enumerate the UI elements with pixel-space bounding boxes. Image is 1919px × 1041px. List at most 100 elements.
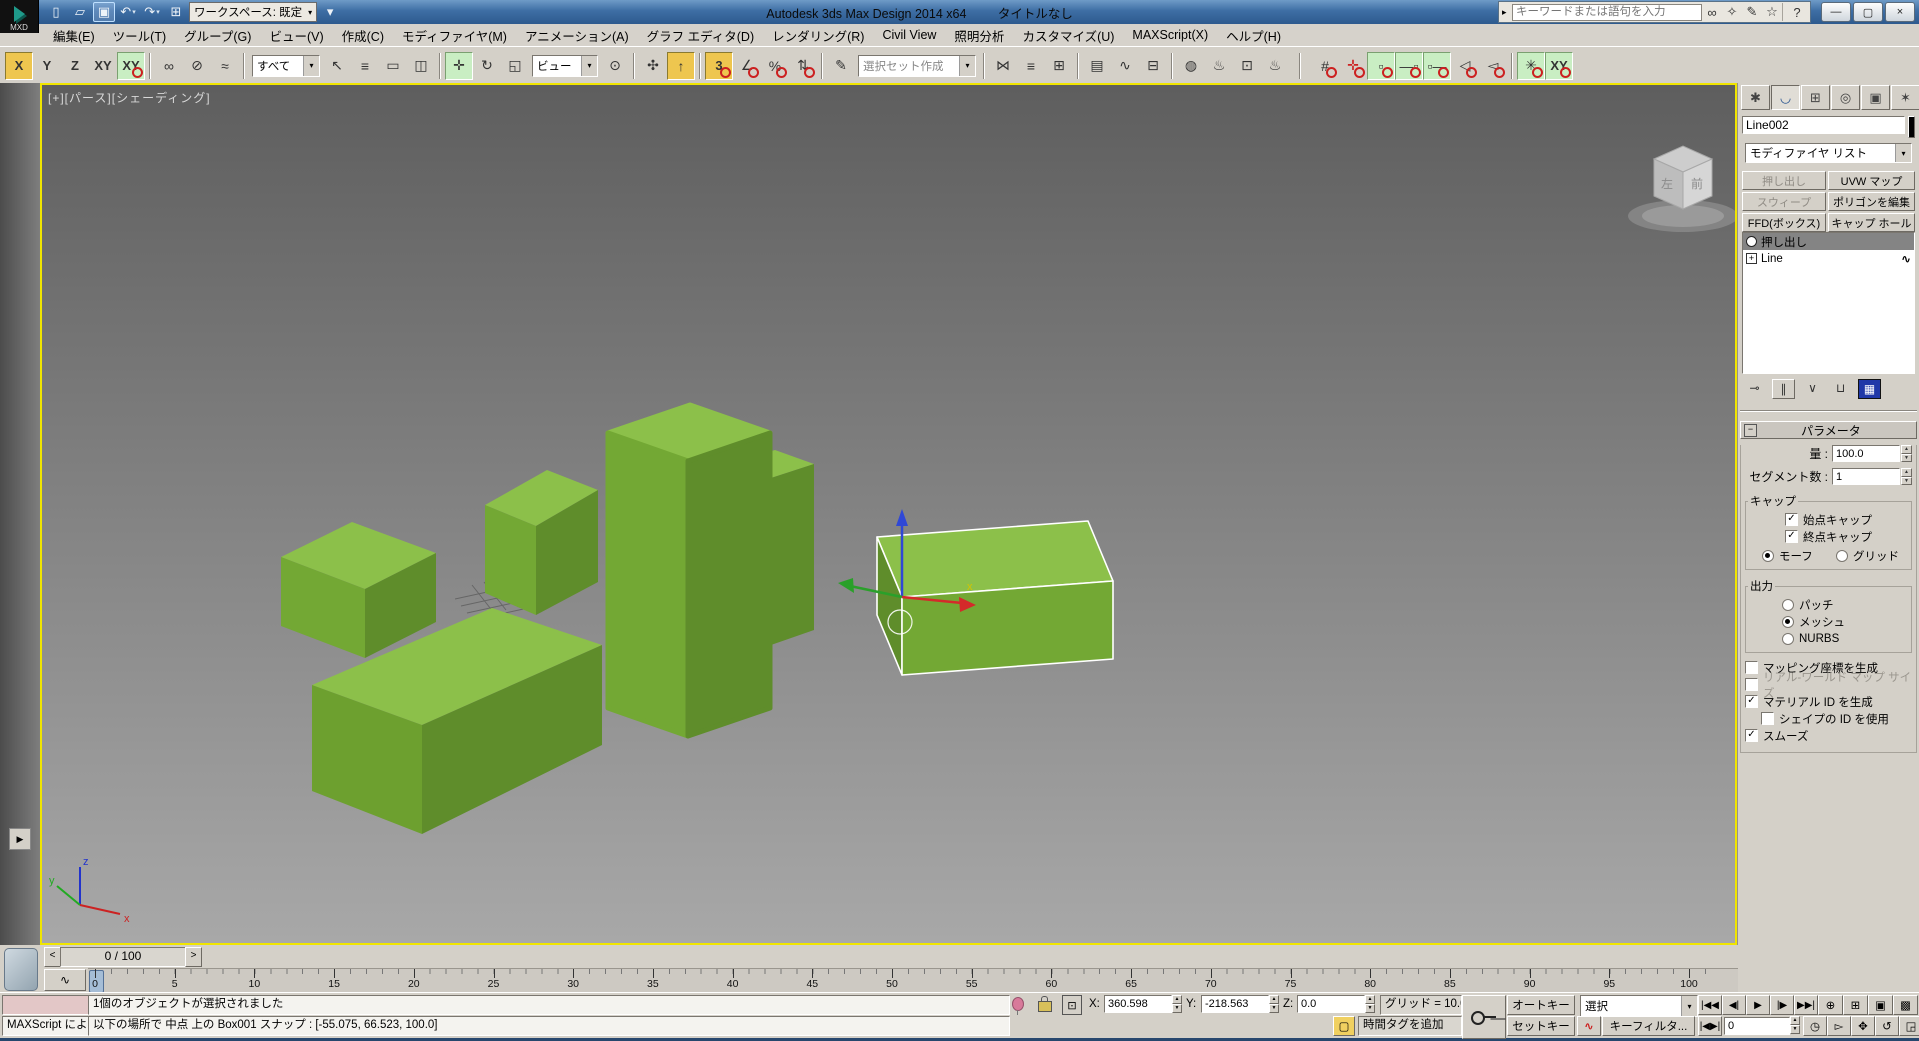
schematic-view-button[interactable]: ⊟ [1139,52,1167,80]
snap-normal-button[interactable]: ◁ [1451,52,1479,80]
ffd-box-modifier-button[interactable]: FFD(ボックス) [1742,213,1826,232]
snap-midpoint-button[interactable]: —▫ [1395,52,1423,80]
show-end-result-button[interactable]: ∥ [1772,379,1795,399]
edit-poly-modifier-button[interactable]: ポリゴンを編集 [1828,192,1915,211]
object-name-field[interactable] [1742,116,1905,134]
bind-to-space-warp-button[interactable]: ≈ [211,52,239,80]
menu-tools[interactable]: ツール(T) [104,24,175,47]
selection-lock-icon[interactable] [1038,1001,1052,1012]
segments-field[interactable] [1832,468,1900,485]
tab-hierarchy[interactable]: ⊞ [1801,85,1830,110]
go-to-end-button[interactable]: ▶▶| [1794,995,1818,1015]
previous-frame-button[interactable]: ◀| [1722,995,1746,1015]
maxscript-mini-listener[interactable]: MAXScript によう [2,1016,94,1036]
undo-button[interactable]: ↶▾ [117,2,139,22]
snap-xy-constraint-button[interactable]: XY [1545,52,1573,80]
object-color-swatch[interactable] [1908,116,1915,138]
axis-xy-button[interactable]: XY [89,52,117,80]
help-icon[interactable]: ? [1782,3,1807,21]
key-curve-button[interactable]: ∿ [1577,1016,1601,1036]
auto-key-button[interactable]: オートキー [1507,995,1575,1015]
scene-box-d[interactable] [608,405,770,736]
snap-grid-button[interactable]: # [1311,52,1339,80]
mirror-button[interactable]: ⋈ [989,52,1017,80]
keyboard-override-button[interactable]: ↑ [667,52,695,80]
axis-y-button[interactable]: Y [33,52,61,80]
stack-item-extrude[interactable]: 押し出し [1743,233,1914,250]
radio-button[interactable] [1782,616,1794,628]
next-frame-step-button[interactable]: > [185,947,202,967]
segments-spinner[interactable]: ▲▼ [1901,468,1912,485]
rectangular-selection-button[interactable]: ▭ [379,52,407,80]
menu-group[interactable]: グループ(G) [175,24,260,47]
menu-lighting-analysis[interactable]: 照明分析 [945,24,1013,47]
menu-animation[interactable]: アニメーション(A) [516,24,638,47]
checkbox[interactable]: ✓ [1785,530,1798,543]
sign-in-icon[interactable]: ✧ [1722,3,1742,21]
play-button[interactable]: ▶ [1746,995,1770,1015]
menu-maxscript[interactable]: MAXScript(X) [1123,26,1217,44]
menu-help[interactable]: ヘルプ(H) [1217,24,1290,47]
zoom-extents-button[interactable]: ▣ [1868,995,1893,1015]
radio-button[interactable] [1782,599,1794,611]
modifier-enabled-bulb-icon[interactable] [1746,236,1757,247]
maxscript-mini-listener-pink[interactable] [2,995,94,1015]
perspective-viewport[interactable]: x 左 前 z y x [40,83,1737,945]
restore-button[interactable]: ▢ [1853,2,1883,22]
remove-modifier-button[interactable]: ⊔ [1830,379,1851,397]
curve-editor-button[interactable]: ∿ [1111,52,1139,80]
menu-customize[interactable]: カスタマイズ(U) [1013,24,1123,47]
next-key-button[interactable]: ▻ [1827,1016,1851,1036]
x-coordinate-field[interactable] [1104,995,1172,1013]
zoom-button[interactable]: ⊕ [1818,995,1843,1015]
maximize-viewport-button[interactable]: ◲ [1899,1016,1919,1036]
pin-stack-button[interactable]: ⊸ [1744,379,1765,397]
viewcube-front-label[interactable]: 前 [1691,176,1703,191]
app-menu-button[interactable]: MXD [0,0,39,33]
tab-motion[interactable]: ◎ [1831,85,1860,110]
pan-button[interactable]: ✥ [1851,1016,1875,1036]
amount-spinner[interactable]: ▲▼ [1901,445,1912,462]
tab-display[interactable]: ▣ [1861,85,1890,110]
close-button[interactable]: × [1885,2,1915,22]
key-mode-toggle-button[interactable]: |◀▶| [1698,1016,1722,1036]
select-object-button[interactable]: ↖ [323,52,351,80]
select-and-manipulate-button[interactable]: ✣ [639,52,667,80]
x-spinner[interactable]: ▲▼ [1172,995,1182,1013]
render-setup-button[interactable]: ♨ [1205,52,1233,80]
open-file-button[interactable]: ▱ [69,2,91,22]
checkbox[interactable]: ✓ [1745,729,1758,742]
checkbox[interactable] [1745,661,1758,674]
corner-handle-button[interactable] [4,948,38,991]
snap-pivot-button[interactable]: ✛ [1339,52,1367,80]
snap-endpoint-button[interactable]: ▫ [1367,52,1395,80]
make-unique-button[interactable]: ∨ [1802,379,1823,397]
search-input[interactable] [1512,4,1702,21]
cap-holes-modifier-button[interactable]: キャップ ホール [1828,213,1915,232]
configure-modifier-sets-button[interactable]: ▦ [1858,379,1881,399]
menu-create[interactable]: 作成(C) [333,24,393,47]
render-production-button[interactable]: ♨ [1261,52,1289,80]
select-and-scale-button[interactable]: ◱ [501,52,529,80]
set-key-button[interactable]: セットキー [1507,1016,1575,1036]
key-scope-dropdown[interactable]: 選択 ▾ [1580,995,1698,1017]
search-expand-button[interactable]: ▸ [1502,7,1512,18]
current-frame-field[interactable] [1724,1017,1790,1035]
snap-tangent-button[interactable]: ◅ [1479,52,1507,80]
unlink-selection-button[interactable]: ⊘ [183,52,211,80]
snap-edge-button[interactable]: ▫— [1423,52,1451,80]
workspace-dropdown[interactable]: ワークスペース: 既定▾ [189,2,317,22]
previous-frame-step-button[interactable]: < [44,947,61,967]
y-coordinate-field[interactable] [1201,995,1269,1013]
snap-frozen-button[interactable]: ✳ [1517,52,1545,80]
checkbox[interactable]: ✓ [1745,695,1758,708]
set-project-folder-button[interactable]: ⊞ [165,2,187,22]
track-bar-ruler[interactable]: 0510152025303540455055606570758085909510… [88,968,1738,993]
select-and-link-button[interactable]: ∞ [155,52,183,80]
window-crossing-button[interactable]: ◫ [407,52,435,80]
tab-utilities[interactable]: ✶ [1891,85,1919,110]
new-file-button[interactable]: ▯ [45,2,67,22]
modifier-list-dropdown[interactable]: モディファイヤ リスト ▾ [1745,143,1912,163]
collapse-icon[interactable]: − [1744,424,1757,437]
radio-button[interactable] [1836,550,1848,562]
